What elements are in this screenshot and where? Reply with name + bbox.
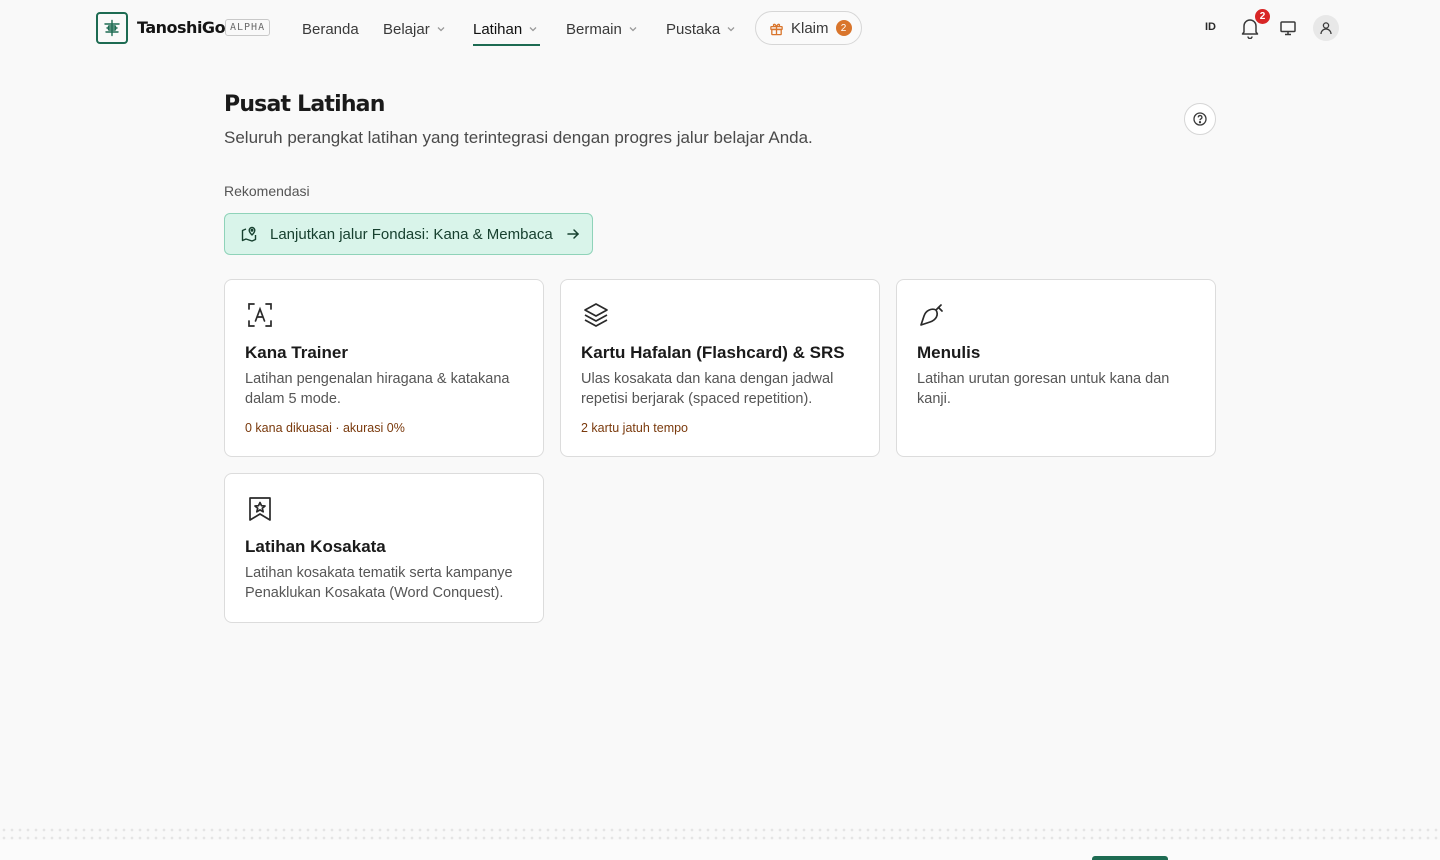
nav-label: Latihan	[473, 20, 523, 38]
nav-label: Beranda	[302, 20, 359, 38]
gift-icon	[770, 23, 783, 35]
brush-icon	[920, 304, 943, 326]
card-latihan-kosakata[interactable]: Latihan Kosakata Latihan kosakata temati…	[224, 473, 544, 623]
chevron-down-icon	[629, 27, 637, 32]
banner-action-button[interactable]	[1092, 856, 1168, 860]
card-title: Menulis	[917, 343, 981, 362]
alpha-badge: ALPHA	[225, 19, 271, 36]
user-icon	[1320, 22, 1332, 35]
nav-pustaka[interactable]: Pustaka	[666, 19, 736, 39]
chevron-down-icon	[727, 27, 735, 32]
map-pin-icon	[241, 226, 257, 242]
card-progress-text: 2 kartu jatuh tempo	[581, 421, 689, 435]
nav-beranda[interactable]: Beranda	[302, 19, 359, 39]
top-navbar: TanoshiGo ALPHA Beranda Belajar Latihan …	[0, 0, 1440, 56]
claim-count-badge: 2	[835, 20, 852, 36]
card-description: Latihan kosakata tematik serta kampanye …	[245, 565, 513, 601]
card-title: Latihan Kosakata	[245, 537, 386, 556]
layers-icon	[584, 303, 608, 327]
arrow-right-icon	[566, 229, 579, 239]
help-circle-icon	[1193, 112, 1207, 126]
nav-latihan[interactable]: Latihan	[473, 19, 538, 39]
card-menulis[interactable]: Menulis Latihan urutan goresan untuk kan…	[896, 279, 1216, 457]
bookmark-star-icon	[249, 497, 271, 521]
card-progress-text: 0 kana dikuasai · akurasi 0%	[245, 421, 405, 435]
monitor-icon[interactable]	[1279, 19, 1297, 37]
logo-icon[interactable]	[96, 12, 128, 44]
chevron-down-icon	[437, 27, 445, 32]
card-description: Ulas kosakata dan kana dengan jadwal rep…	[581, 371, 834, 407]
card-kana-trainer[interactable]: Kana Trainer Latihan pengenalan hiragana…	[224, 279, 544, 457]
brand-name[interactable]: TanoshiGo	[137, 18, 226, 37]
card-title: Kartu Hafalan (Flashcard) & SRS	[581, 343, 845, 362]
nav-label: Pustaka	[666, 20, 721, 38]
recommendation-label: Rekomendasi	[224, 183, 310, 199]
card-flashcard-srs[interactable]: Kartu Hafalan (Flashcard) & SRS Ulas kos…	[560, 279, 880, 457]
claim-button[interactable]: Klaim 2	[755, 11, 862, 45]
bottom-banner	[0, 840, 1440, 860]
page-subtitle: Seluruh perangkat latihan yang terintegr…	[224, 128, 813, 147]
nav-label: Belajar	[383, 20, 430, 38]
language-switcher[interactable]: ID	[1205, 21, 1216, 33]
page-title: Pusat Latihan	[224, 92, 385, 117]
decorative-divider	[0, 826, 1440, 840]
notification-count-badge: 2	[1255, 9, 1270, 24]
profile-avatar[interactable]	[1313, 15, 1339, 41]
continue-path-button[interactable]: Lanjutkan jalur Fondasi: Kana & Membaca	[224, 213, 593, 255]
continue-path-label: Lanjutkan jalur Fondasi: Kana & Membaca	[270, 225, 553, 243]
claim-label: Klaim	[791, 19, 829, 37]
nav-belajar[interactable]: Belajar	[383, 19, 446, 39]
kana-letter-icon	[248, 303, 272, 327]
nav-label: Bermain	[566, 20, 622, 38]
card-description: Latihan pengenalan hiragana & katakana d…	[245, 371, 510, 407]
card-title: Kana Trainer	[245, 343, 348, 362]
nav-bermain[interactable]: Bermain	[566, 19, 638, 39]
active-nav-indicator	[473, 44, 540, 46]
help-button[interactable]	[1184, 103, 1216, 135]
chevron-down-icon	[529, 27, 537, 32]
card-description: Latihan urutan goresan untuk kana dan ka…	[917, 371, 1170, 407]
